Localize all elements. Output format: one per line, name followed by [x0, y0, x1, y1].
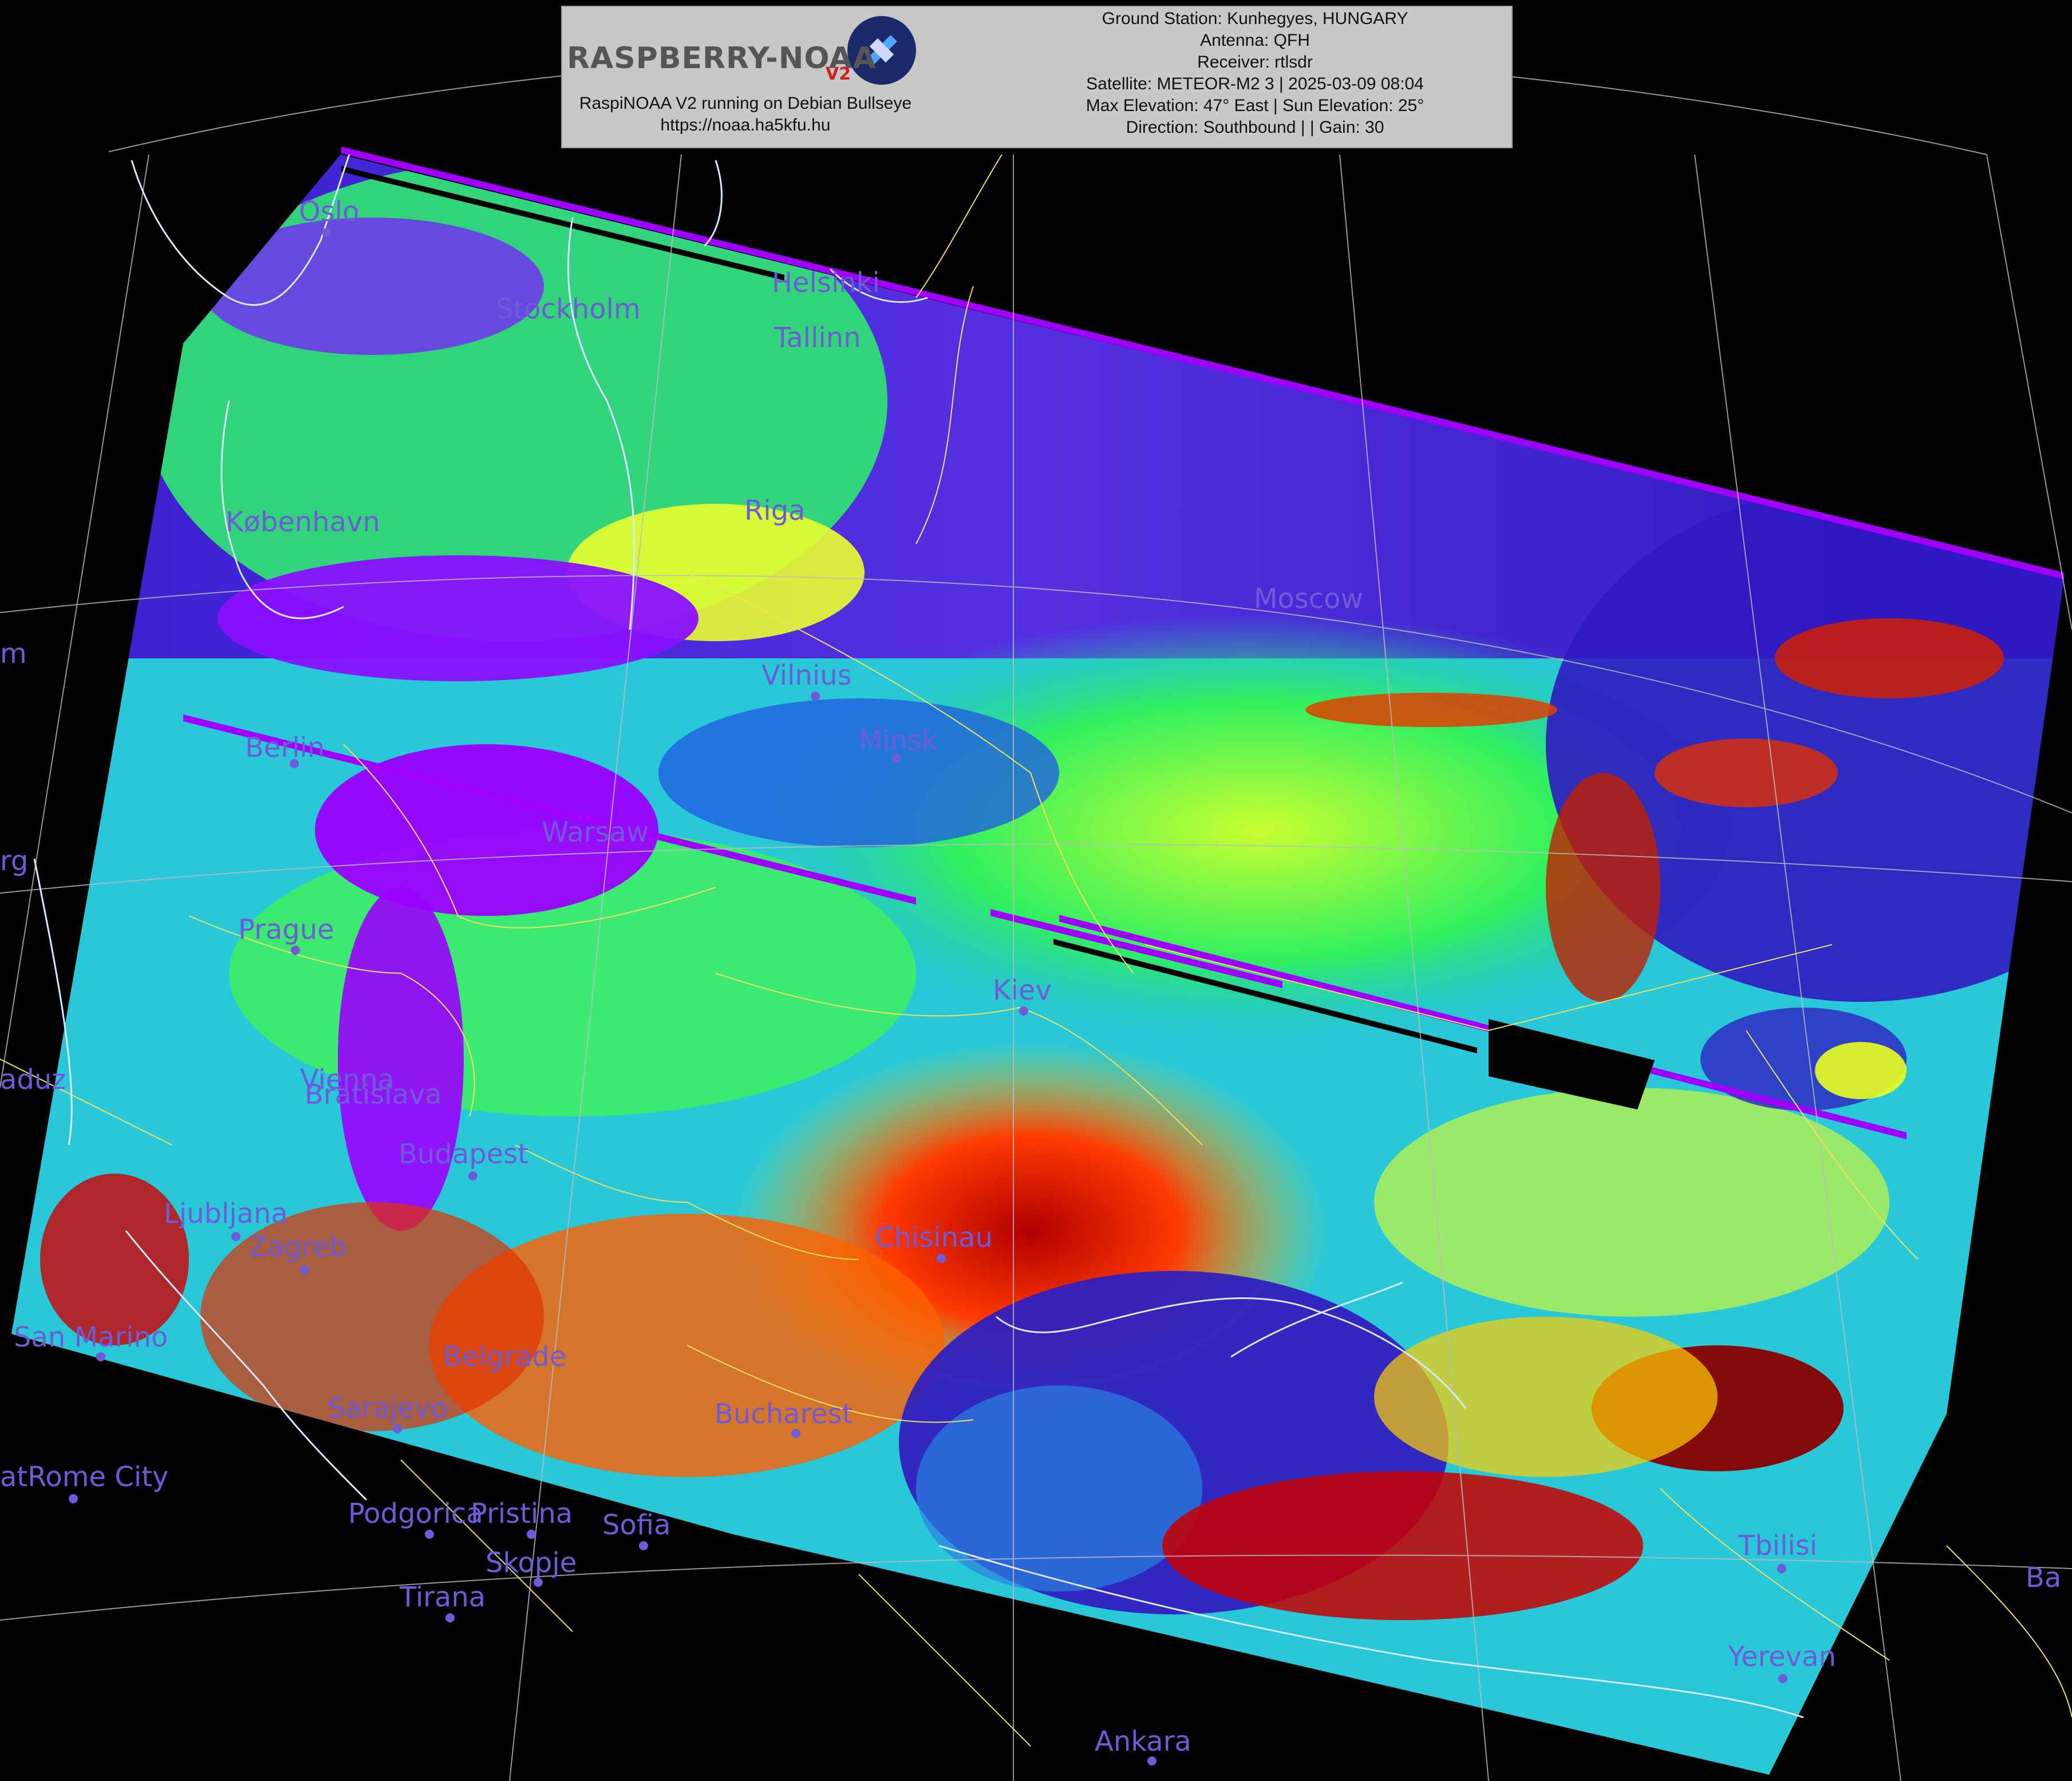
city-label-kobenhavn: København	[226, 506, 380, 538]
city-marker-skopje	[534, 1578, 543, 1587]
system-info: RaspiNOAA V2 running on Debian Bullseye	[579, 94, 912, 113]
city-marker-oslo	[322, 228, 331, 237]
city-marker-zagreb	[300, 1265, 309, 1274]
city-marker-sofia	[639, 1541, 648, 1550]
direction-gain-info: Direction: Southbound | | Gain: 30	[1126, 118, 1384, 137]
city-label-bratislava: Bratislava	[305, 1079, 442, 1111]
station-url: https://noaa.ha5kfu.hu	[660, 116, 831, 135]
city-label-berlin: Berlin	[245, 732, 325, 764]
city-marker-berlin	[290, 759, 299, 768]
city-marker-budapest	[468, 1171, 477, 1180]
city-label-podgorica: Podgorica	[348, 1498, 483, 1530]
satellite-map	[0, 50, 2072, 1781]
city-label-zagreb: Zagreb	[248, 1231, 347, 1263]
city-marker-tbilisi	[1777, 1564, 1786, 1573]
satellite-info: Satellite: METEOR-M2 3 | 2025-03-09 08:0…	[1086, 74, 1424, 93]
city-label-pristina: Pristina	[471, 1498, 573, 1530]
city-label-ankara: Ankara	[1095, 1725, 1191, 1758]
city-marker-rome	[69, 1494, 78, 1503]
antenna-info: Antenna: QFH	[1200, 31, 1310, 50]
city-label-tirana: Tirana	[400, 1581, 486, 1613]
city-marker-pristina	[527, 1530, 536, 1539]
city-label-tallinn: Tallinn	[774, 322, 861, 354]
city-label-tbilisi: Tbilisi	[1738, 1530, 1818, 1562]
city-label-moscow: Moscow	[1254, 583, 1363, 615]
city-label-san-marino: San Marino	[14, 1321, 168, 1353]
city-marker-minsk	[892, 753, 901, 763]
ground-station: Ground Station: Kunhegyes, HUNGARY	[1102, 9, 1408, 28]
city-marker-ljubljana	[231, 1232, 240, 1241]
swath-imagery	[11, 155, 2064, 1775]
city-label-minsk: Minsk	[859, 725, 938, 757]
city-marker-podgorica	[425, 1530, 434, 1539]
city-marker-ankara	[1147, 1756, 1157, 1766]
city-label-vatican-rome: atRome City	[0, 1461, 169, 1493]
city-label-helsinki: Helsinki	[772, 267, 880, 299]
logo-version: V2	[826, 64, 851, 84]
city-label-ljubljana: Ljubljana	[164, 1198, 288, 1230]
city-marker-vilnius	[811, 692, 820, 701]
city-label-yerevan: Yerevan	[1728, 1641, 1836, 1673]
city-marker-san-marino	[96, 1352, 105, 1361]
city-label-kiev: Kiev	[993, 974, 1052, 1006]
city-label-vaduz-partial: aduz	[0, 1064, 66, 1096]
city-label-chisinau: Chisinau	[875, 1222, 993, 1254]
city-label-baku-partial: Ba	[2026, 1562, 2062, 1594]
elevation-info: Max Elevation: 47° East | Sun Elevation:…	[1086, 96, 1424, 115]
city-label-amsterdam-partial: m	[0, 638, 27, 670]
city-label-stockholm: Stockholm	[496, 293, 641, 325]
city-marker-chisinau	[937, 1254, 946, 1263]
pass-info-panel: RASPBERRY-NOAA V2 RaspiNOAA V2 running o…	[561, 6, 1513, 148]
city-marker-yerevan	[1778, 1674, 1787, 1683]
city-label-vilnius: Vilnius	[761, 660, 852, 692]
city-label-belgrade: Belgrade	[443, 1341, 567, 1373]
city-label-oslo: Oslo	[299, 196, 360, 228]
city-label-prague: Prague	[238, 914, 334, 946]
city-marker-kiev	[1019, 1006, 1028, 1016]
city-label-budapest: Budapest	[398, 1138, 529, 1170]
city-marker-sarajevo	[393, 1424, 402, 1434]
city-label-sarajevo: Sarajevo	[327, 1392, 448, 1424]
city-label-skopje: Skopje	[486, 1547, 577, 1579]
city-label-sofia: Sofia	[602, 1509, 671, 1541]
city-marker-tirana	[445, 1613, 455, 1622]
city-label-riga: Riga	[744, 495, 806, 527]
city-label-bucharest: Bucharest	[715, 1398, 853, 1430]
city-label-luxembourg-partial: rg	[0, 845, 29, 877]
receiver-info: Receiver: rtlsdr	[1197, 53, 1313, 72]
city-marker-prague	[291, 946, 300, 955]
city-marker-bucharest	[791, 1429, 800, 1438]
city-label-warsaw: Warsaw	[542, 816, 649, 848]
